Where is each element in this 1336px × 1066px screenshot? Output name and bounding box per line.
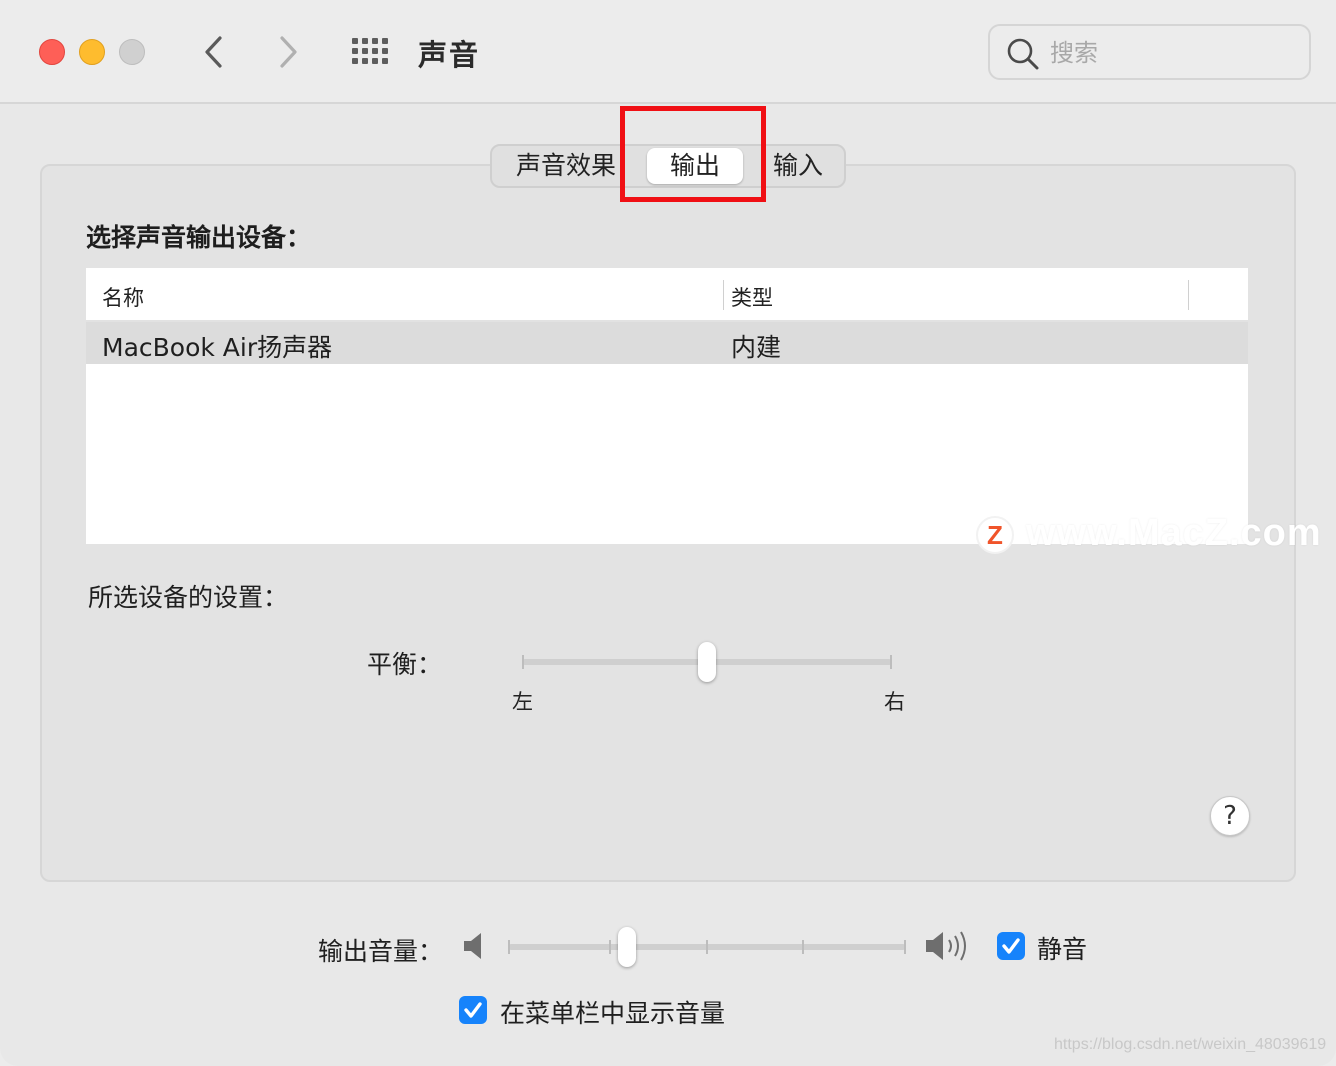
volume-slider-knob[interactable] bbox=[618, 927, 637, 967]
mute-checkbox[interactable] bbox=[997, 932, 1025, 960]
chevron-left-icon bbox=[205, 36, 222, 68]
show-all-grid-icon[interactable] bbox=[352, 38, 390, 66]
balance-right-label: 右 bbox=[884, 690, 905, 714]
output-device-table[interactable]: 名称 类型 MacBook Air扬声器 内建 bbox=[86, 268, 1248, 544]
balance-tick-left bbox=[522, 655, 524, 669]
device-type: 内建 bbox=[731, 333, 782, 362]
system-preferences-window: 声音 声音效果 输出 输入 选择声音输出设备： 名称 类型 MacBook Ai… bbox=[0, 0, 1336, 1066]
help-button[interactable]: ? bbox=[1210, 796, 1250, 836]
column-header-name[interactable]: 名称 bbox=[102, 282, 144, 312]
volume-tick bbox=[508, 940, 510, 954]
watermark-text: www.MacZ.com bbox=[1026, 512, 1322, 554]
volume-tick bbox=[706, 940, 708, 954]
mute-label[interactable]: 静音 bbox=[1037, 930, 1087, 966]
watermark: Z www.MacZ.com bbox=[976, 512, 1326, 560]
tab-sound-effects[interactable]: 声音效果 bbox=[510, 146, 622, 186]
highlight-annotation-box bbox=[620, 106, 766, 202]
checkmark-icon bbox=[1002, 938, 1020, 954]
column-divider[interactable] bbox=[1188, 280, 1189, 310]
output-device-heading: 选择声音输出设备： bbox=[86, 223, 312, 252]
balance-slider-knob[interactable] bbox=[698, 642, 716, 682]
device-settings-heading: 所选设备的设置： bbox=[88, 583, 289, 612]
speaker-high-icon bbox=[926, 931, 966, 961]
chevron-right-icon bbox=[280, 36, 297, 68]
balance-tick-right bbox=[890, 655, 892, 669]
watermark-logo: Z bbox=[976, 516, 1014, 554]
device-name: MacBook Air扬声器 bbox=[102, 333, 333, 362]
search-icon bbox=[1007, 38, 1039, 70]
search-field[interactable] bbox=[988, 24, 1311, 80]
balance-left-label: 左 bbox=[512, 690, 533, 714]
balance-label: 平衡： bbox=[367, 650, 443, 679]
volume-tick bbox=[904, 940, 906, 954]
output-volume-label: 输出音量： bbox=[318, 937, 444, 966]
volume-tick bbox=[609, 940, 611, 954]
show-volume-in-menubar-label[interactable]: 在菜单栏中显示音量 bbox=[500, 994, 725, 1030]
minimize-button[interactable] bbox=[79, 39, 105, 65]
table-row[interactable]: MacBook Air扬声器 内建 bbox=[86, 322, 1248, 364]
column-header-type[interactable]: 类型 bbox=[731, 282, 773, 312]
tab-input[interactable]: 输入 bbox=[766, 146, 830, 186]
window-title: 声音 bbox=[418, 38, 481, 72]
volume-tick bbox=[802, 940, 804, 954]
search-input[interactable] bbox=[1050, 36, 1290, 70]
csdn-watermark: https://blog.csdn.net/weixin_48039619 bbox=[1054, 1036, 1327, 1053]
checkmark-icon bbox=[464, 1002, 482, 1018]
show-volume-in-menubar-checkbox[interactable] bbox=[459, 996, 487, 1024]
back-button[interactable] bbox=[198, 30, 232, 74]
column-divider[interactable] bbox=[723, 280, 724, 310]
speaker-low-icon bbox=[464, 933, 481, 959]
close-button[interactable] bbox=[39, 39, 65, 65]
title-bar: 声音 bbox=[0, 0, 1336, 104]
zoom-button[interactable] bbox=[119, 39, 145, 65]
forward-button[interactable] bbox=[272, 30, 306, 74]
